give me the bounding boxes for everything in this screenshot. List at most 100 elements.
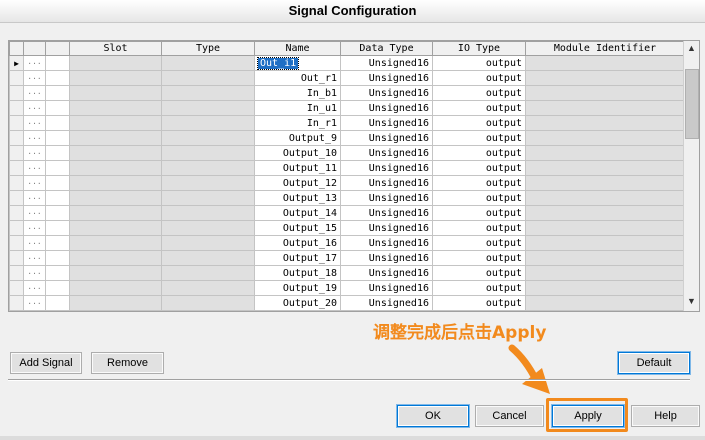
data-type-cell[interactable]: Unsigned16 <box>340 295 433 311</box>
slot-cell[interactable] <box>69 190 162 206</box>
module-identifier-cell[interactable] <box>525 220 685 236</box>
table-row[interactable]: ··· Output_17 Unsigned16 output <box>9 250 685 266</box>
name-cell[interactable]: In_u1 <box>254 100 341 116</box>
data-type-cell[interactable]: Unsigned16 <box>340 70 433 86</box>
data-type-cell[interactable]: Unsigned16 <box>340 205 433 221</box>
data-type-cell[interactable]: Unsigned16 <box>340 160 433 176</box>
io-type-cell[interactable]: output <box>432 265 526 281</box>
module-identifier-cell[interactable] <box>525 160 685 176</box>
module-identifier-cell[interactable] <box>525 55 685 71</box>
table-row[interactable]: ··· Output_16 Unsigned16 output <box>9 235 685 251</box>
slot-cell[interactable] <box>69 265 162 281</box>
type-cell[interactable] <box>161 175 255 191</box>
data-type-cell[interactable]: Unsigned16 <box>340 235 433 251</box>
remove-button[interactable]: Remove <box>91 352 164 374</box>
data-type-cell[interactable]: Unsigned16 <box>340 85 433 101</box>
name-cell[interactable]: In_r1 <box>254 115 341 131</box>
name-cell[interactable]: Output_10 <box>254 145 341 161</box>
add-signal-button[interactable]: Add Signal <box>10 352 82 374</box>
module-identifier-cell[interactable] <box>525 250 685 266</box>
table-row[interactable]: ··· Output_10 Unsigned16 output <box>9 145 685 161</box>
ok-button[interactable]: OK <box>397 405 469 427</box>
io-type-cell[interactable]: output <box>432 250 526 266</box>
table-row[interactable]: ··· In_b1 Unsigned16 output <box>9 85 685 101</box>
module-identifier-cell[interactable] <box>525 70 685 86</box>
module-identifier-cell[interactable] <box>525 175 685 191</box>
vertical-scrollbar[interactable]: ▲ ▼ <box>683 41 699 311</box>
data-type-cell[interactable]: Unsigned16 <box>340 220 433 236</box>
name-cell[interactable]: Output_13 <box>254 190 341 206</box>
header-type[interactable]: Type <box>161 41 255 56</box>
module-identifier-cell[interactable] <box>525 235 685 251</box>
slot-cell[interactable] <box>69 250 162 266</box>
module-identifier-cell[interactable] <box>525 145 685 161</box>
module-identifier-cell[interactable] <box>525 100 685 116</box>
module-identifier-cell[interactable] <box>525 295 685 311</box>
slot-cell[interactable] <box>69 235 162 251</box>
type-cell[interactable] <box>161 265 255 281</box>
io-type-cell[interactable]: output <box>432 175 526 191</box>
name-cell[interactable]: In_b1 <box>254 85 341 101</box>
type-cell[interactable] <box>161 100 255 116</box>
io-type-cell[interactable]: output <box>432 205 526 221</box>
cancel-button[interactable]: Cancel <box>475 405 544 427</box>
default-button[interactable]: Default <box>618 352 690 374</box>
io-type-cell[interactable]: output <box>432 85 526 101</box>
type-cell[interactable] <box>161 190 255 206</box>
name-edit-selection[interactable]: Out_i1 <box>256 56 300 70</box>
type-cell[interactable] <box>161 160 255 176</box>
header-module-identifier[interactable]: Module Identifier <box>525 41 685 56</box>
data-type-cell[interactable]: Unsigned16 <box>340 100 433 116</box>
slot-cell[interactable] <box>69 175 162 191</box>
table-row[interactable]: ··· Output_9 Unsigned16 output <box>9 130 685 146</box>
io-type-cell[interactable]: output <box>432 190 526 206</box>
module-identifier-cell[interactable] <box>525 85 685 101</box>
name-cell[interactable]: Out_i1 <box>254 55 341 71</box>
name-cell[interactable]: Out_r1 <box>254 70 341 86</box>
slot-cell[interactable] <box>69 70 162 86</box>
data-type-cell[interactable]: Unsigned16 <box>340 190 433 206</box>
name-cell[interactable]: Output_20 <box>254 295 341 311</box>
type-cell[interactable] <box>161 205 255 221</box>
table-row[interactable]: ··· Output_11 Unsigned16 output <box>9 160 685 176</box>
module-identifier-cell[interactable] <box>525 190 685 206</box>
module-identifier-cell[interactable] <box>525 130 685 146</box>
io-type-cell[interactable]: output <box>432 55 526 71</box>
module-identifier-cell[interactable] <box>525 205 685 221</box>
type-cell[interactable] <box>161 220 255 236</box>
header-data-type[interactable]: Data Type <box>340 41 433 56</box>
slot-cell[interactable] <box>69 205 162 221</box>
data-type-cell[interactable]: Unsigned16 <box>340 145 433 161</box>
data-type-cell[interactable]: Unsigned16 <box>340 280 433 296</box>
table-row[interactable]: ▶ ··· Out_i1 Unsigned16 output <box>9 55 685 71</box>
io-type-cell[interactable]: output <box>432 130 526 146</box>
io-type-cell[interactable]: output <box>432 100 526 116</box>
table-row[interactable]: ··· Output_13 Unsigned16 output <box>9 190 685 206</box>
slot-cell[interactable] <box>69 145 162 161</box>
type-cell[interactable] <box>161 85 255 101</box>
header-io-type[interactable]: IO Type <box>432 41 526 56</box>
type-cell[interactable] <box>161 250 255 266</box>
data-type-cell[interactable]: Unsigned16 <box>340 175 433 191</box>
chevron-up-icon[interactable]: ▲ <box>684 41 699 56</box>
io-type-cell[interactable]: output <box>432 70 526 86</box>
name-cell[interactable]: Output_14 <box>254 205 341 221</box>
header-name[interactable]: Name <box>254 41 341 56</box>
slot-cell[interactable] <box>69 280 162 296</box>
slot-cell[interactable] <box>69 220 162 236</box>
io-type-cell[interactable]: output <box>432 220 526 236</box>
data-type-cell[interactable]: Unsigned16 <box>340 55 433 71</box>
type-cell[interactable] <box>161 145 255 161</box>
scrollbar-thumb[interactable] <box>685 69 699 139</box>
name-cell[interactable]: Output_18 <box>254 265 341 281</box>
name-cell[interactable]: Output_19 <box>254 280 341 296</box>
module-identifier-cell[interactable] <box>525 115 685 131</box>
data-type-cell[interactable]: Unsigned16 <box>340 115 433 131</box>
module-identifier-cell[interactable] <box>525 265 685 281</box>
slot-cell[interactable] <box>69 85 162 101</box>
help-button[interactable]: Help <box>631 405 700 427</box>
name-cell[interactable]: Output_17 <box>254 250 341 266</box>
data-type-cell[interactable]: Unsigned16 <box>340 130 433 146</box>
table-row[interactable]: ··· Output_19 Unsigned16 output <box>9 280 685 296</box>
io-type-cell[interactable]: output <box>432 145 526 161</box>
